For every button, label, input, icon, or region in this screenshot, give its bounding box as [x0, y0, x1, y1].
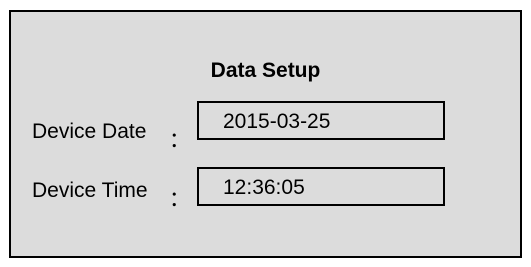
device-time-field[interactable]: 12:36:05	[197, 167, 445, 206]
device-date-label: Device Date	[32, 120, 147, 143]
device-date-value: 2015-03-25	[223, 110, 331, 133]
device-time-value: 12:36:05	[223, 176, 305, 199]
device-time-label: Device Time	[32, 179, 148, 202]
data-setup-panel: Data Setup Device Date ： 2015-03-25 Devi…	[9, 10, 522, 258]
device-time-colon: ：	[169, 188, 190, 211]
panel-title: Data Setup	[210, 59, 321, 82]
device-date-field[interactable]: 2015-03-25	[197, 101, 445, 140]
device-date-colon: ：	[169, 129, 190, 152]
